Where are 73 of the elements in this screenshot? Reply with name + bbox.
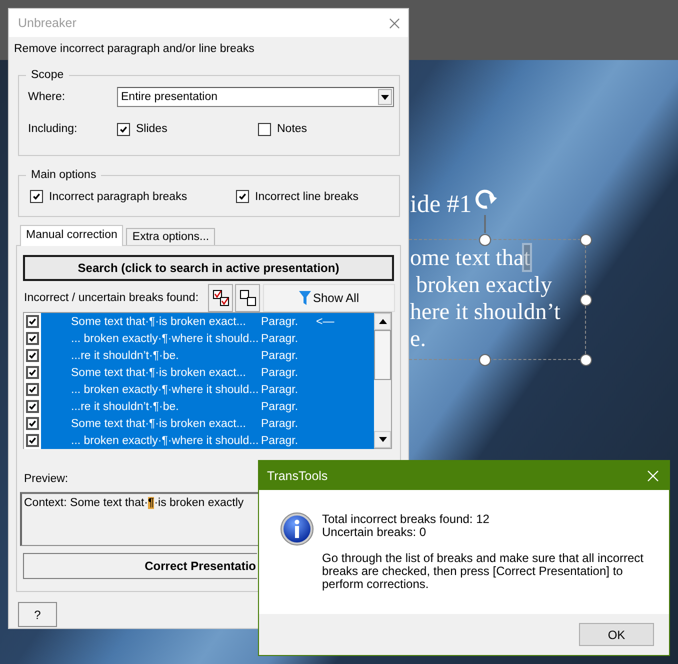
rotate-handle-icon[interactable] (476, 190, 497, 233)
break-type: Paragr. (260, 316, 300, 328)
scroll-down-icon[interactable] (374, 431, 391, 448)
list-row[interactable]: ... broken exactly·¶·where it should... Paragr. (24, 381, 374, 398)
checkbox[interactable] (26, 349, 39, 362)
list-row[interactable]: Some text that·¶·is broken exact... Paragr. (24, 415, 374, 432)
checkmark-icon (238, 192, 247, 201)
checkbox[interactable] (26, 332, 39, 345)
checkbox[interactable] (26, 383, 39, 396)
list-label: Incorrect / uncertain breaks found: (23, 292, 200, 304)
list-row[interactable]: ... broken exactly·¶·where it should... Paragr. (24, 432, 374, 449)
message-text: Uncertain breaks: 0 (322, 526, 428, 539)
message-text: Total incorrect breaks found: 12 (322, 513, 490, 526)
correct-button[interactable]: Correct Presentatio (23, 553, 257, 579)
break-context: Some text that·¶·is broken exact... (70, 366, 247, 378)
checkbox[interactable] (26, 315, 39, 328)
scroll-thumb[interactable] (374, 330, 391, 380)
break-context: ...re it shouldn’t·¶·be. (70, 400, 180, 412)
option-label: Slides (136, 123, 168, 135)
field-label: Where: (28, 91, 66, 103)
option-label: Incorrect line breaks (255, 190, 359, 202)
slide-text: ome text that broken exactly here it shouldn’t e. (410, 244, 560, 352)
break-context: ...re it shouldn’t·¶·be. (70, 350, 180, 362)
checkbox[interactable] (117, 122, 130, 136)
help-button[interactable]: ? (18, 602, 57, 627)
message-title: TransTools (267, 468, 328, 482)
break-type: Paragr. (260, 418, 300, 430)
scrollbar[interactable] (374, 313, 391, 448)
list-row[interactable]: ...re it shouldn’t·¶·be. Paragr. (24, 398, 374, 415)
checkbox[interactable] (26, 400, 39, 413)
option-label: Incorrect paragraph breaks (49, 190, 188, 202)
list-row[interactable]: ...re it shouldn’t·¶·be. Paragr. (24, 347, 374, 364)
list-row[interactable]: Some text that·¶·is broken exact... Paragr. (24, 364, 374, 381)
ok-button[interactable]: OK (579, 623, 654, 646)
checkbox[interactable] (258, 122, 271, 136)
preview-text: Context: Some text that·¶·is broken exactly (24, 497, 244, 509)
field-label: Including: (28, 123, 78, 135)
list-row[interactable]: Some text that·¶·is broken exact... Paragr. <— (24, 313, 374, 330)
tab[interactable]: Extra options... (126, 228, 216, 245)
checkbox[interactable] (30, 190, 43, 203)
tab[interactable]: Manual correction (20, 225, 124, 246)
checkbox[interactable] (26, 366, 39, 379)
group-legend: Main options (26, 168, 102, 182)
current-marker: <— (315, 316, 334, 328)
checked-boxes-icon (212, 289, 230, 307)
show-all-button[interactable]: Show All (263, 284, 395, 312)
filter-icon (298, 291, 311, 305)
checkbox[interactable] (26, 434, 39, 447)
preview-label: Preview: (23, 472, 68, 486)
checkbox[interactable] (26, 417, 39, 430)
break-type: Paragr. (260, 366, 300, 378)
message-text: Go through the list of breaks and make sure that all incorrect breaks are checked, then press [Correct Presentation] to perform corrections. (322, 552, 644, 591)
close-icon[interactable] (389, 18, 400, 28)
checkmark-icon (119, 124, 128, 134)
search-button[interactable]: Search (click to search in active presentation) (23, 255, 394, 281)
break-context: Some text that·¶·is broken exact... (70, 316, 247, 328)
break-type: Paragr. (260, 400, 300, 412)
break-context: Some text that·¶·is broken exact... (70, 418, 247, 430)
option-label: Notes (277, 123, 308, 135)
scroll-up-icon[interactable] (374, 313, 391, 330)
check-all-button[interactable] (208, 284, 233, 312)
dropdown[interactable]: Entire presentation (117, 87, 394, 107)
checkbox[interactable] (236, 190, 249, 203)
uncheck-all-button[interactable] (235, 284, 260, 312)
checkmark-icon (32, 192, 41, 201)
group-legend: Scope (26, 68, 69, 82)
list-row[interactable]: ... broken exactly·¶·where it should... Paragr. (24, 330, 374, 347)
info-icon (280, 512, 314, 546)
empty-boxes-icon (238, 289, 256, 307)
window-title: Unbreaker (18, 16, 76, 30)
break-type: Paragr. (260, 350, 300, 362)
dialog-subtitle: Remove incorrect paragraph and/or line breaks (14, 42, 256, 56)
slide-title: ide #1 (410, 191, 472, 219)
